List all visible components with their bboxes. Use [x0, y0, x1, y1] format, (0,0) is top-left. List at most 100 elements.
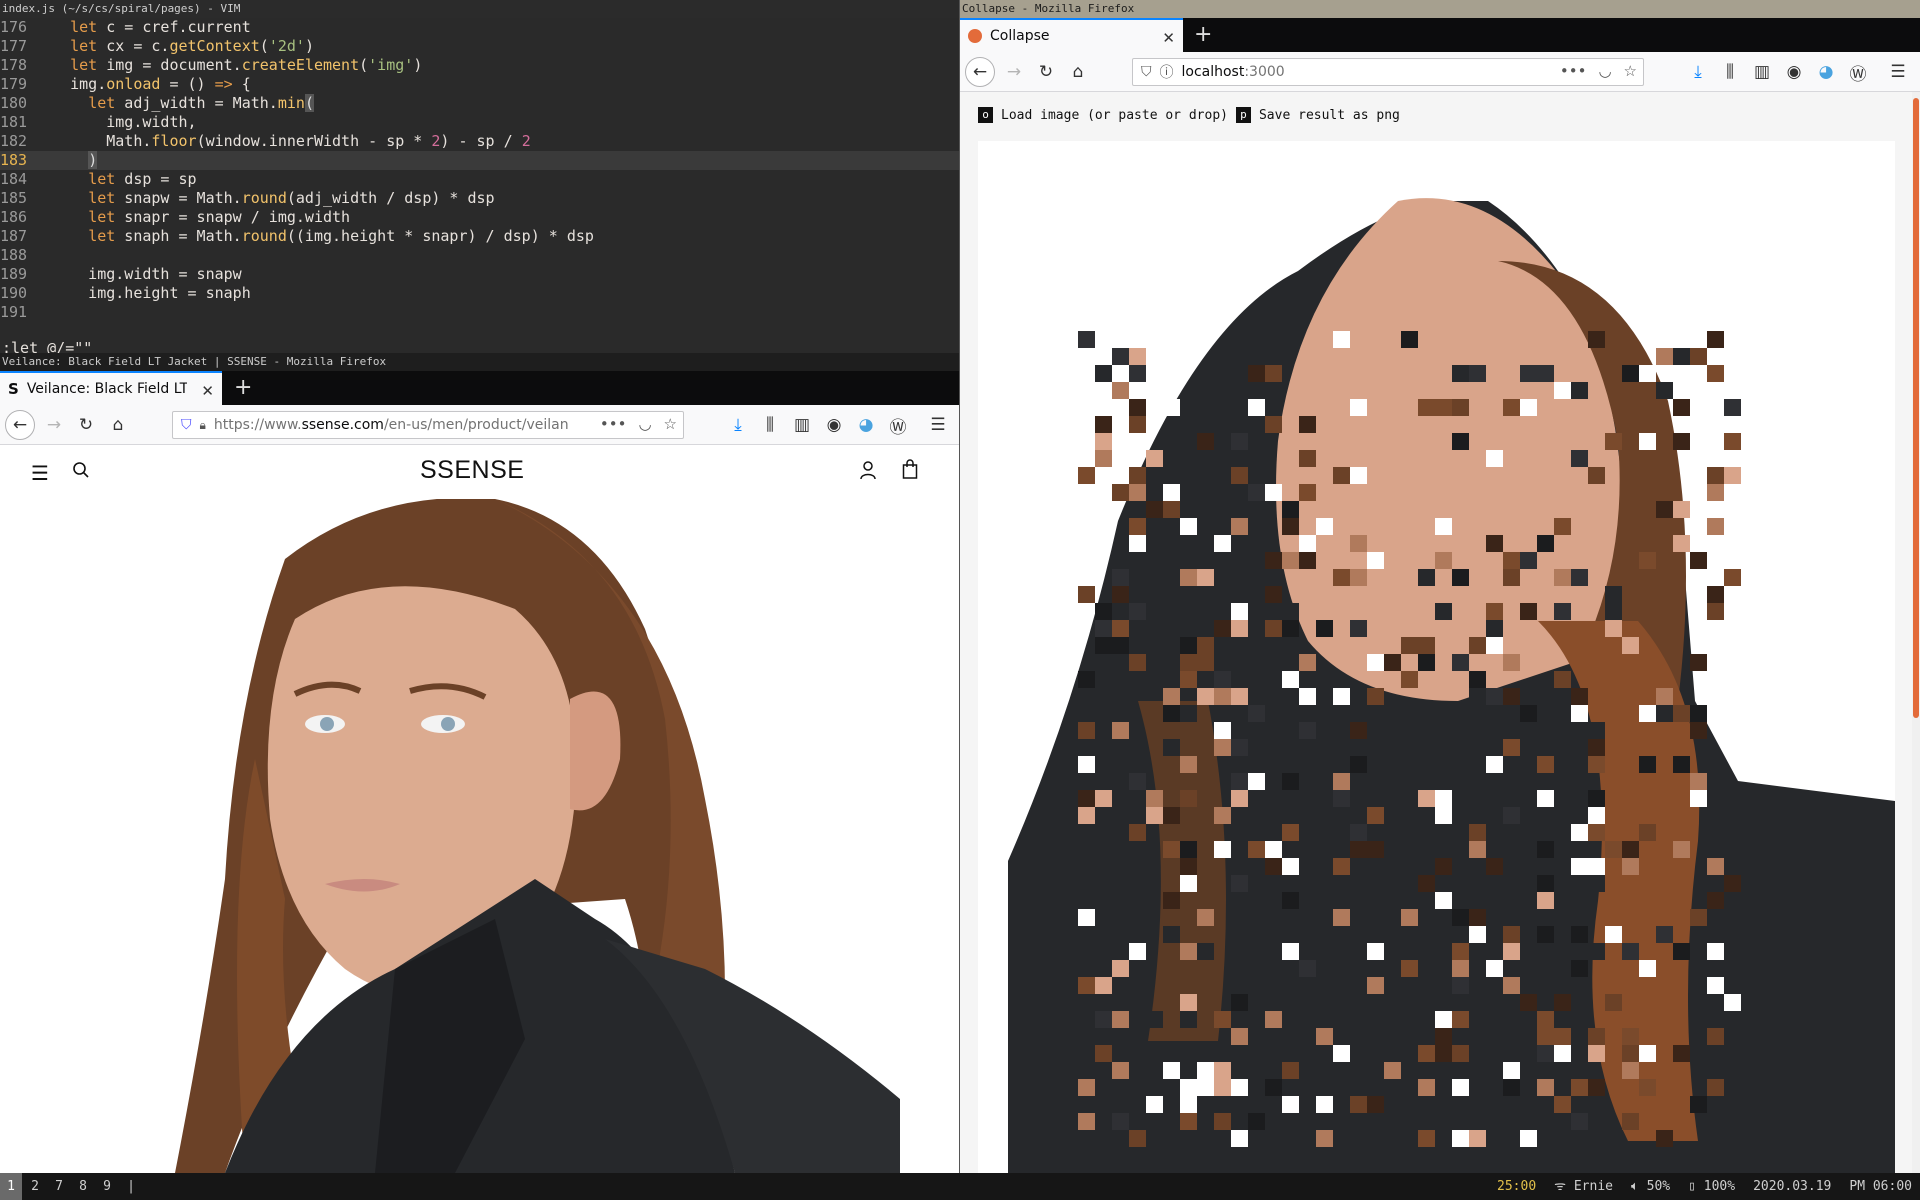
code-line[interactable]: 177 let cx = c.getContext('2d')	[0, 37, 959, 56]
code-token: 2	[521, 132, 531, 150]
downloads-icon[interactable]: ⤓	[726, 413, 750, 437]
account-icon[interactable]	[860, 460, 876, 484]
downloads-icon[interactable]: ⤓	[1686, 60, 1710, 84]
close-tab-icon[interactable]: ✕	[201, 382, 214, 400]
close-tab-icon[interactable]: ✕	[1162, 29, 1175, 47]
workspace-2[interactable]: 2	[24, 1173, 46, 1200]
wikipedia-extension-icon[interactable]: Ⓦ	[1846, 60, 1870, 85]
library-icon[interactable]: ⫼	[758, 413, 782, 437]
account-icon[interactable]: ◉	[822, 413, 846, 437]
code-line[interactable]: 189 img.width = snapw	[0, 265, 959, 284]
reload-icon[interactable]: ↻	[74, 413, 98, 437]
back-icon[interactable]: ←	[5, 410, 35, 440]
workspace-8[interactable]: 8	[72, 1173, 94, 1200]
tab-collapse[interactable]: Collapse ✕	[960, 18, 1183, 52]
page-actions-icon[interactable]: •••	[600, 415, 627, 433]
code-token: img.width = snapw	[34, 265, 242, 283]
ssense-favicon: S	[8, 380, 19, 398]
vim-editor[interactable]: 176 let c = cref.current 177 let cx = c.g…	[0, 18, 959, 353]
vim-code-area[interactable]: 176 let c = cref.current 177 let cx = c.g…	[0, 18, 959, 322]
code-line[interactable]: 183 )	[0, 151, 959, 170]
back-icon[interactable]: ←	[965, 57, 995, 87]
wikipedia-extension-icon[interactable]: Ⓦ	[886, 413, 910, 438]
workspace-7[interactable]: 7	[48, 1173, 70, 1200]
pocket-icon[interactable]: ◡	[1598, 62, 1611, 80]
search-icon[interactable]	[72, 461, 90, 479]
shopping-bag-icon[interactable]	[902, 459, 918, 483]
code-token: snapw = Math.	[115, 189, 242, 207]
page-scrollbar[interactable]	[1912, 92, 1920, 1173]
vim-command-line[interactable]: :let @/=""	[0, 339, 959, 353]
new-tab-icon[interactable]: +	[1194, 22, 1212, 48]
code-token: Math.	[34, 132, 152, 150]
lock-icon[interactable]: 🔒︎	[200, 418, 206, 433]
code-token: adj_width = Math.	[115, 94, 278, 112]
extension-icon[interactable]: ◕	[854, 413, 878, 437]
code-token: (	[304, 94, 314, 112]
menu-icon[interactable]: ☰	[926, 413, 950, 437]
code-line[interactable]: 184 let dsp = sp	[0, 170, 959, 189]
save-png-button[interactable]: Save result as png	[1259, 108, 1400, 123]
page-actions-icon[interactable]: •••	[1560, 62, 1587, 80]
code-line[interactable]: 176 let c = cref.current	[0, 18, 959, 37]
bookmark-star-icon[interactable]: ☆	[664, 415, 677, 433]
code-token: round	[241, 227, 287, 245]
code-line[interactable]: 190 img.height = snaph	[0, 284, 959, 303]
sidebar-icon[interactable]: ▥	[1750, 60, 1774, 84]
reload-icon[interactable]: ↻	[1034, 60, 1058, 84]
ssense-logo[interactable]: SSENSE	[420, 456, 524, 485]
tracking-shield-icon[interactable]: ⛉	[181, 417, 192, 433]
tab-label: Collapse	[990, 28, 1050, 44]
workspace-1[interactable]: 1	[0, 1173, 22, 1200]
url-bar[interactable]: ⛉ 🔒︎ https://www. ssense.com /en-us/men/…	[172, 411, 684, 439]
code-token: ) - sp /	[440, 132, 522, 150]
extension-icon[interactable]: ◕	[1814, 60, 1838, 84]
code-line[interactable]: 181 img.width,	[0, 113, 959, 132]
tracking-shield-icon[interactable]: ⛉	[1141, 64, 1152, 80]
workspace-9[interactable]: 9	[96, 1173, 118, 1200]
info-icon[interactable]: ⓘ	[1160, 62, 1174, 82]
line-number: 176	[0, 18, 28, 36]
code-line[interactable]: 187 let snaph = Math.round((img.height *…	[0, 227, 959, 246]
line-number: 179	[0, 75, 28, 93]
scroll-thumb[interactable]	[1913, 98, 1919, 718]
new-tab-icon[interactable]: +	[234, 375, 252, 401]
code-line[interactable]: 182 Math.floor(window.innerWidth - sp * …	[0, 132, 959, 151]
code-line[interactable]: 191	[0, 303, 959, 322]
hamburger-menu-icon[interactable]: ☰	[31, 461, 49, 485]
pocket-icon[interactable]: ◡	[638, 415, 651, 433]
result-canvas[interactable]	[978, 141, 1895, 1173]
library-icon[interactable]: ⫼	[1718, 60, 1742, 84]
code-token: dsp = sp	[115, 170, 197, 188]
pixel-mosaic	[1008, 198, 1895, 1173]
product-photo[interactable]	[165, 499, 900, 1173]
code-token: min	[277, 94, 305, 112]
url-bar[interactable]: ⛉ ⓘ localhost :3000 ••• ◡ ☆	[1132, 58, 1644, 86]
code-token: img.	[34, 75, 107, 93]
code-line[interactable]: 186 let snapr = snapw / img.width	[0, 208, 959, 227]
code-line[interactable]: 178 let img = document.createElement('im…	[0, 56, 959, 75]
load-image-button[interactable]: Load image (or paste or drop)	[1001, 108, 1228, 123]
code-line[interactable]: 185 let snapw = Math.round(adj_width / d…	[0, 189, 959, 208]
home-icon[interactable]: ⌂	[106, 413, 130, 437]
sidebar-icon[interactable]: ▥	[790, 413, 814, 437]
wifi-icon: ᯤ	[1554, 1179, 1574, 1194]
url-prefix: https://www.	[213, 417, 302, 433]
account-icon[interactable]: ◉	[1782, 60, 1806, 84]
code-token: createElement	[241, 56, 360, 74]
code-token: )	[413, 56, 423, 74]
code-line[interactable]: 180 let adj_width = Math.min(	[0, 94, 959, 113]
forward-icon[interactable]: →	[42, 413, 66, 437]
menu-icon[interactable]: ☰	[1886, 60, 1910, 84]
home-icon[interactable]: ⌂	[1066, 60, 1090, 84]
volume-status: 🔈︎ 50%	[1631, 1179, 1671, 1194]
bookmark-star-icon[interactable]: ☆	[1624, 62, 1637, 80]
load-shortcut-key: o	[978, 107, 993, 123]
forward-icon[interactable]: →	[1002, 60, 1026, 84]
tab-ssense[interactable]: S Veilance: Black Field LT J ✕	[0, 371, 222, 405]
code-line[interactable]: 179 img.onload = () => {	[0, 75, 959, 94]
code-line[interactable]: 188	[0, 246, 959, 265]
line-number: 189	[0, 265, 28, 283]
